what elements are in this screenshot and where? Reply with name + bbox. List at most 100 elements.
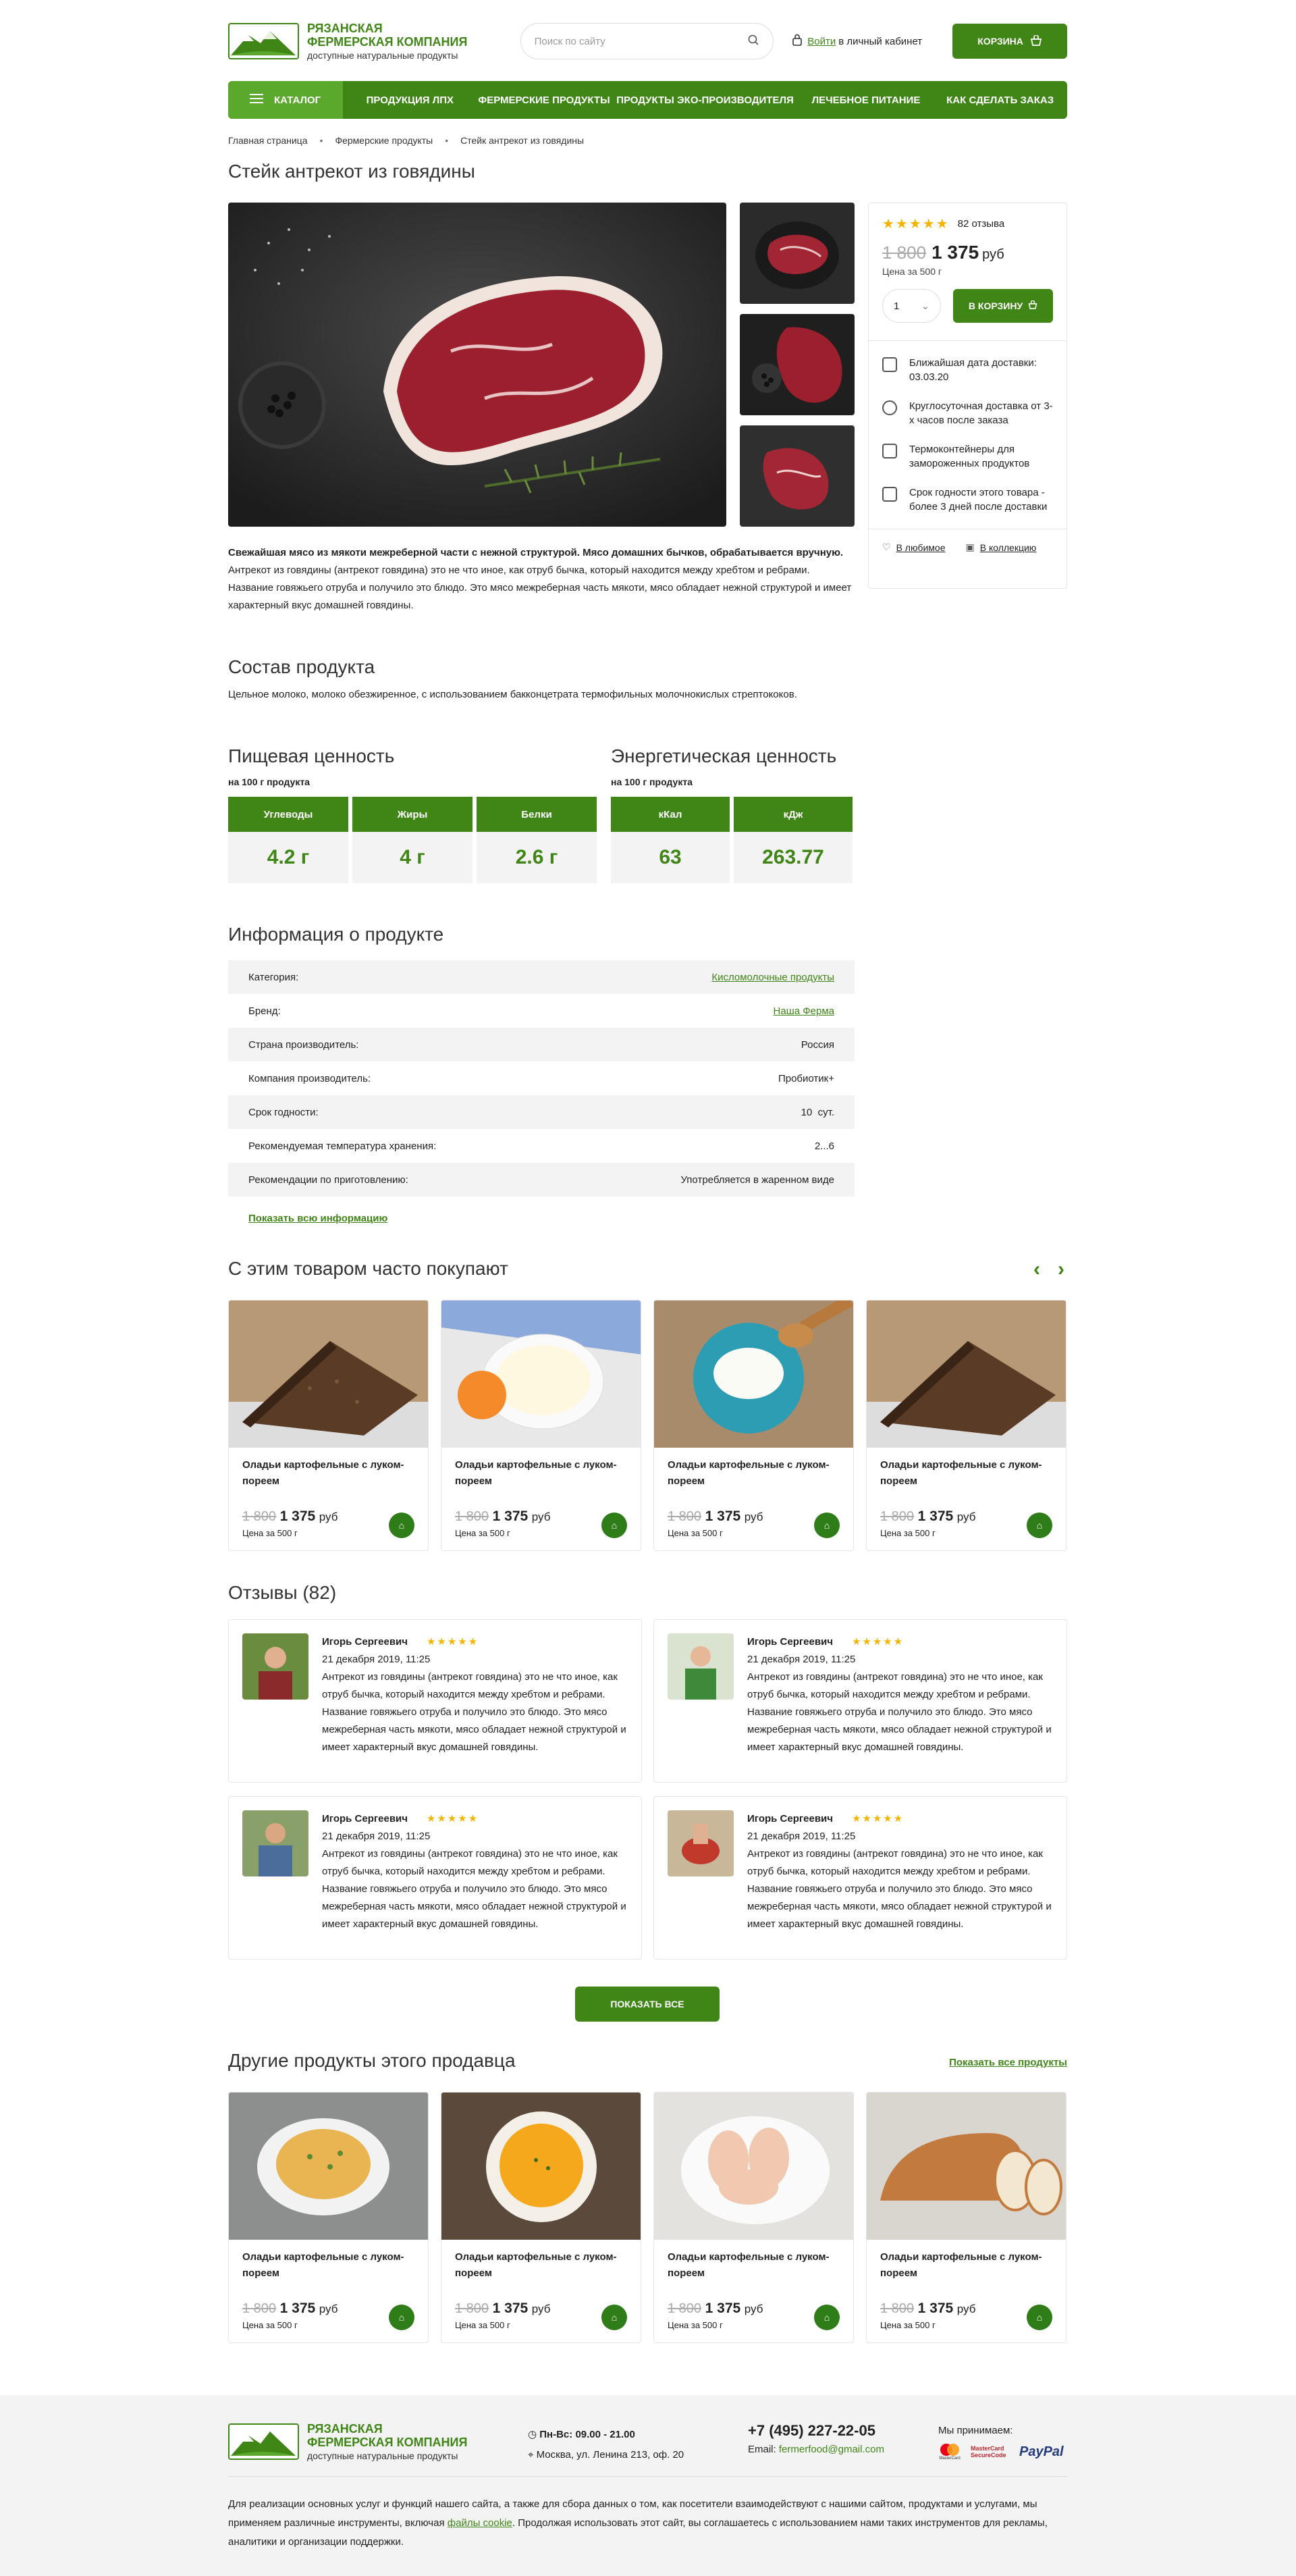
chevron-left-icon[interactable]: ‹: [1033, 1258, 1040, 1281]
price-unit: Цена за 500 г: [242, 1528, 298, 1538]
review-card: Игорь Сергеевич ★★★★★ 21 декабря 2019, 11…: [228, 1796, 642, 1960]
feature-text: Срок годности этого товара - более 3 дне…: [909, 487, 1048, 512]
mountain-logo-icon: [228, 23, 299, 59]
breadcrumb-separator: •: [319, 135, 323, 146]
product-card[interactable]: Оладьи картофельные с луком-пореем 1 800…: [441, 1300, 641, 1551]
catalog-button[interactable]: Каталог: [228, 81, 343, 119]
show-all-reviews-button[interactable]: Показать все: [575, 1987, 720, 2022]
clock-icon: [882, 400, 897, 415]
product-thumbnail[interactable]: [740, 425, 855, 527]
product-card[interactable]: Оладьи картофельные с луком-пореем 1 800…: [653, 2092, 854, 2343]
product-card-price: 1 800 1 375 руб: [880, 1508, 975, 1525]
add-to-cart-button[interactable]: ⌂: [601, 1513, 627, 1538]
seller-products: Оладьи картофельные с луком-пореем 1 800…: [228, 2092, 1067, 2343]
review-card: Игорь Сергеевич ★★★★★ 21 декабря 2019, 11…: [653, 1796, 1067, 1960]
feature-text: Термоконтейнеры для замороженных продукт…: [909, 444, 1030, 469]
energy-title: Энергетическая ценность: [611, 745, 837, 766]
add-to-cart-button[interactable]: ⌂: [1027, 2305, 1052, 2330]
product-card-image[interactable]: [229, 1300, 428, 1448]
product-thumbnail[interactable]: [740, 314, 855, 415]
review-stars: ★★★★★: [426, 1636, 479, 1648]
product-card-name[interactable]: Оладьи картофельные с луком-пореем: [441, 2240, 641, 2282]
quantity-stepper[interactable]: 1 ⌄: [882, 289, 942, 323]
product-main-image[interactable]: [228, 203, 726, 527]
site-logo[interactable]: Рязанская Фермерская компания доступные …: [228, 22, 508, 61]
nav-item-lph[interactable]: Продукция ЛПХ: [343, 95, 477, 106]
show-all-products-link[interactable]: Показать все продукты: [949, 2057, 1067, 2068]
add-to-cart-button[interactable]: ⌂: [814, 2305, 840, 2330]
product-card[interactable]: Оладьи картофельные с луком-пореем 1 800…: [228, 2092, 429, 2343]
review-stars: ★★★★★: [851, 1813, 905, 1824]
add-to-cart-button[interactable]: ⌂: [601, 2305, 627, 2330]
product-card-name[interactable]: Оладьи картофельные с луком-пореем: [867, 2240, 1066, 2282]
nav-item-howto[interactable]: Как сделать заказ: [933, 95, 1067, 106]
product-card-name[interactable]: Оладьи картофельные с луком-пореем: [654, 1448, 853, 1490]
login-block: Войти в личный кабинет: [792, 34, 952, 49]
breadcrumb-home[interactable]: Главная страница: [228, 135, 308, 146]
product-card-name[interactable]: Оладьи картофельные с луком-пореем: [441, 1448, 641, 1490]
product-card[interactable]: Оладьи картофельные с луком-пореем 1 800…: [228, 1300, 429, 1551]
cookie-link[interactable]: файлы cookie: [448, 2517, 512, 2529]
quantity-value: 1: [894, 300, 900, 312]
product-card-name[interactable]: Оладьи картофельные с луком-пореем: [229, 1448, 428, 1490]
chevron-down-icon[interactable]: ⌄: [921, 300, 930, 312]
related-header: С этим товаром часто покупают ‹ ›: [228, 1258, 1067, 1281]
product-card-name[interactable]: Оладьи картофельные с луком-пореем: [867, 1448, 1066, 1490]
description-text: Антрекот из говядины (антрекот говядина)…: [228, 564, 852, 611]
nav-item-eco[interactable]: Продукты эко-производителя: [611, 95, 799, 106]
search-icon[interactable]: [747, 34, 759, 49]
search-input[interactable]: Поиск по сайту: [535, 36, 605, 47]
product-card[interactable]: Оладьи картофельные с луком-пореем 1 800…: [441, 2092, 641, 2343]
old-price: 1 800: [880, 1509, 915, 1524]
price-unit: Цена за 500 г: [668, 2320, 723, 2330]
currency: руб: [531, 2303, 551, 2315]
add-to-cart-button[interactable]: ⌂: [389, 2305, 414, 2330]
product-card-image[interactable]: [654, 1300, 853, 1448]
login-link[interactable]: Войти: [807, 36, 836, 47]
chevron-right-icon[interactable]: ›: [1058, 1258, 1064, 1281]
add-to-collection[interactable]: ▣ В коллекцию: [966, 542, 1037, 553]
footer-email-link[interactable]: fermerfood@gmail.com: [779, 2444, 884, 2455]
nutrition-header: Углеводы: [228, 797, 348, 832]
reviews-list: Игорь Сергеевич ★★★★★ 21 декабря 2019, 11…: [228, 1619, 1067, 1964]
add-to-cart-button[interactable]: ⌂: [1027, 1513, 1052, 1538]
add-to-favorites[interactable]: ♡ В любимое: [882, 542, 946, 553]
review-date: 21 декабря 2019, 11:25: [322, 1654, 431, 1665]
product-card-image[interactable]: [441, 2093, 641, 2240]
search-field[interactable]: Поиск по сайту: [520, 23, 774, 59]
nav-item-farm[interactable]: Фермерские продукты: [477, 95, 612, 106]
reviews-count-link[interactable]: 82 отзыва: [958, 218, 1005, 230]
show-all-info-link[interactable]: Показать всю информацию: [248, 1213, 855, 1224]
product-card[interactable]: Оладьи картофельные с луком-пореем 1 800…: [653, 1300, 854, 1551]
breadcrumb-category[interactable]: Фермерские продукты: [335, 135, 433, 146]
logo-title-line1: Рязанская: [307, 2422, 383, 2436]
nutrition-header: Белки: [477, 797, 597, 832]
product-card-image[interactable]: [441, 1300, 641, 1448]
product-card-image[interactable]: [867, 1300, 1066, 1448]
add-to-cart-button[interactable]: ⌂: [814, 1513, 840, 1538]
product-thumbnail[interactable]: [740, 203, 855, 304]
footer-logo[interactable]: Рязанская Фермерская компания доступные …: [228, 2422, 467, 2461]
footer-phone-block: +7 (495) 227-22-05 Email: fermerfood@gma…: [748, 2422, 884, 2455]
product-card-name[interactable]: Оладьи картофельные с луком-пореем: [654, 2240, 853, 2282]
brand-link[interactable]: Наша Ферма: [774, 1005, 834, 1017]
product-card-image[interactable]: [229, 2093, 428, 2240]
collection-label: В коллекцию: [979, 542, 1037, 553]
cart-button[interactable]: Корзина: [952, 24, 1067, 59]
logo-tagline: доступные натуральные продукты: [307, 2450, 458, 2461]
footer-phone[interactable]: +7 (495) 227-22-05: [748, 2422, 884, 2440]
add-to-cart-button[interactable]: В корзину: [953, 289, 1053, 323]
product-card-image[interactable]: [867, 2093, 1066, 2240]
composition-title: Состав продукта: [228, 656, 375, 677]
product-card[interactable]: Оладьи картофельные с луком-пореем 1 800…: [866, 2092, 1066, 2343]
nav-item-medical[interactable]: Лечебное питание: [799, 95, 934, 106]
payments-title: Мы принимаем:: [938, 2425, 1013, 2436]
product-card-name[interactable]: Оладьи картофельные с луком-пореем: [229, 2240, 428, 2282]
old-price: 1 800: [882, 242, 927, 263]
product-card[interactable]: Оладьи картофельные с луком-пореем 1 800…: [866, 1300, 1066, 1551]
product-card-image[interactable]: [654, 2093, 853, 2240]
current-price: 1 375: [279, 1508, 316, 1524]
review-stars: ★★★★★: [426, 1813, 479, 1824]
category-link[interactable]: Кисломолочные продукты: [711, 972, 834, 983]
add-to-cart-button[interactable]: ⌂: [389, 1513, 414, 1538]
